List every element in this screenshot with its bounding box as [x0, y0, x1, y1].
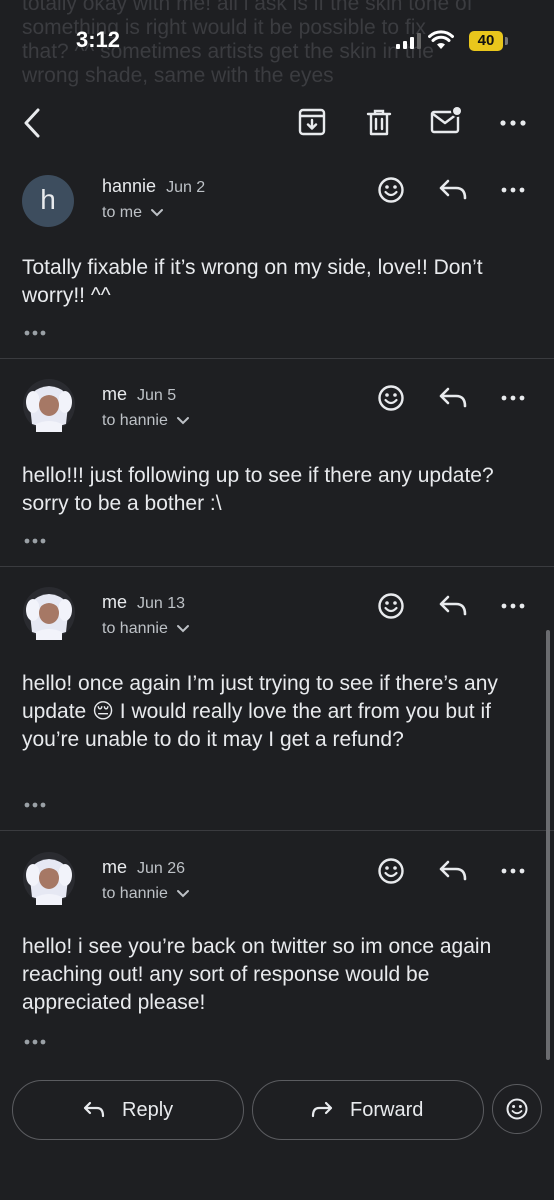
reply-icon[interactable]: [438, 594, 468, 618]
bottom-action-bar: Reply Forward: [0, 1076, 554, 1146]
back-arrow-icon[interactable]: [20, 106, 44, 140]
message-card[interactable]: me Jun 26 to hannie hello! i see you’re b…: [0, 841, 554, 1061]
sender-name: me: [102, 384, 128, 404]
message-body: hello! i see you’re back on twitter so i…: [22, 935, 492, 1014]
recipient-toggle[interactable]: to me: [102, 204, 164, 222]
emoji-reaction-button[interactable]: [492, 1084, 542, 1134]
message-card[interactable]: me Jun 5 to hannie hello!!! just followin…: [0, 368, 554, 566]
divider: [0, 830, 554, 831]
recipient-label: to me: [102, 204, 143, 221]
sender-line: hannie Jun 2: [102, 176, 205, 197]
reply-button[interactable]: Reply: [12, 1080, 244, 1140]
archive-icon[interactable]: [298, 108, 326, 136]
more-icon[interactable]: [501, 187, 525, 193]
show-trimmed-content-icon[interactable]: [24, 802, 46, 808]
message-body: Totally fixable if it’s wrong on my side…: [22, 256, 483, 307]
cellular-signal-icon: [396, 33, 421, 49]
message-date: Jun 26: [137, 860, 186, 877]
forward-icon: [311, 1101, 333, 1118]
avatar: [23, 852, 75, 905]
status-time: 3:12: [76, 27, 121, 52]
sender-line: me Jun 13: [102, 592, 185, 613]
chevron-down-icon: [151, 208, 164, 217]
more-icon[interactable]: [501, 603, 525, 609]
reply-icon: [83, 1101, 105, 1118]
show-trimmed-content-icon[interactable]: [24, 538, 46, 544]
toolbar: [0, 90, 554, 162]
show-trimmed-content-icon[interactable]: [24, 330, 46, 336]
avatar: [23, 587, 75, 640]
forward-label: Forward: [350, 1099, 424, 1121]
reply-label: Reply: [122, 1099, 174, 1121]
more-icon[interactable]: [501, 395, 525, 401]
sender-line: me Jun 26: [102, 857, 185, 878]
recipient-label: to hannie: [102, 620, 168, 637]
recipient-label: to hannie: [102, 412, 168, 429]
more-icon[interactable]: [501, 868, 525, 874]
sender-name: me: [102, 592, 128, 612]
emoji-reaction-icon[interactable]: [377, 384, 405, 412]
emoji-reaction-icon[interactable]: [377, 592, 405, 620]
message-date: Jun 5: [137, 387, 177, 404]
battery-nub: [505, 37, 508, 45]
message-card[interactable]: me Jun 13 to hannie hello! once again I’m…: [0, 576, 554, 830]
mark-unread-icon[interactable]: [430, 104, 464, 136]
trash-icon[interactable]: [366, 108, 392, 136]
message-date: Jun 2: [166, 179, 206, 196]
emoji-reaction-icon: [506, 1098, 528, 1120]
chevron-down-icon: [177, 624, 190, 633]
avatar: h: [22, 175, 74, 227]
divider: [0, 566, 554, 567]
message-card[interactable]: h hannie Jun 2 to me Totally fixable if i…: [0, 160, 554, 358]
emoji-reaction-icon[interactable]: [377, 176, 405, 204]
sender-name: hannie: [102, 176, 157, 196]
message-body: hello! once again I’m just trying to see…: [22, 672, 498, 751]
forward-button[interactable]: Forward: [252, 1080, 484, 1140]
recipient-toggle[interactable]: to hannie: [102, 620, 190, 638]
sender-line: me Jun 5: [102, 384, 176, 405]
wifi-icon: [428, 30, 454, 49]
avatar: [23, 379, 75, 432]
scrollbar[interactable]: [546, 630, 550, 1060]
recipient-label: to hannie: [102, 885, 168, 902]
divider: [0, 358, 554, 359]
reply-icon[interactable]: [438, 386, 468, 410]
reply-icon[interactable]: [438, 178, 468, 202]
more-icon[interactable]: [500, 120, 526, 126]
reply-icon[interactable]: [438, 859, 468, 883]
recipient-toggle[interactable]: to hannie: [102, 885, 190, 903]
show-trimmed-content-icon[interactable]: [24, 1039, 46, 1045]
chevron-down-icon: [177, 889, 190, 898]
sender-name: me: [102, 857, 128, 877]
message-body: hello!!! just following up to see if the…: [22, 464, 494, 515]
status-bar: 3:12 40: [0, 0, 554, 90]
message-date: Jun 13: [137, 595, 186, 612]
recipient-toggle[interactable]: to hannie: [102, 412, 190, 430]
chevron-down-icon: [177, 416, 190, 425]
battery-indicator: 40: [469, 31, 503, 51]
emoji-reaction-icon[interactable]: [377, 857, 405, 885]
